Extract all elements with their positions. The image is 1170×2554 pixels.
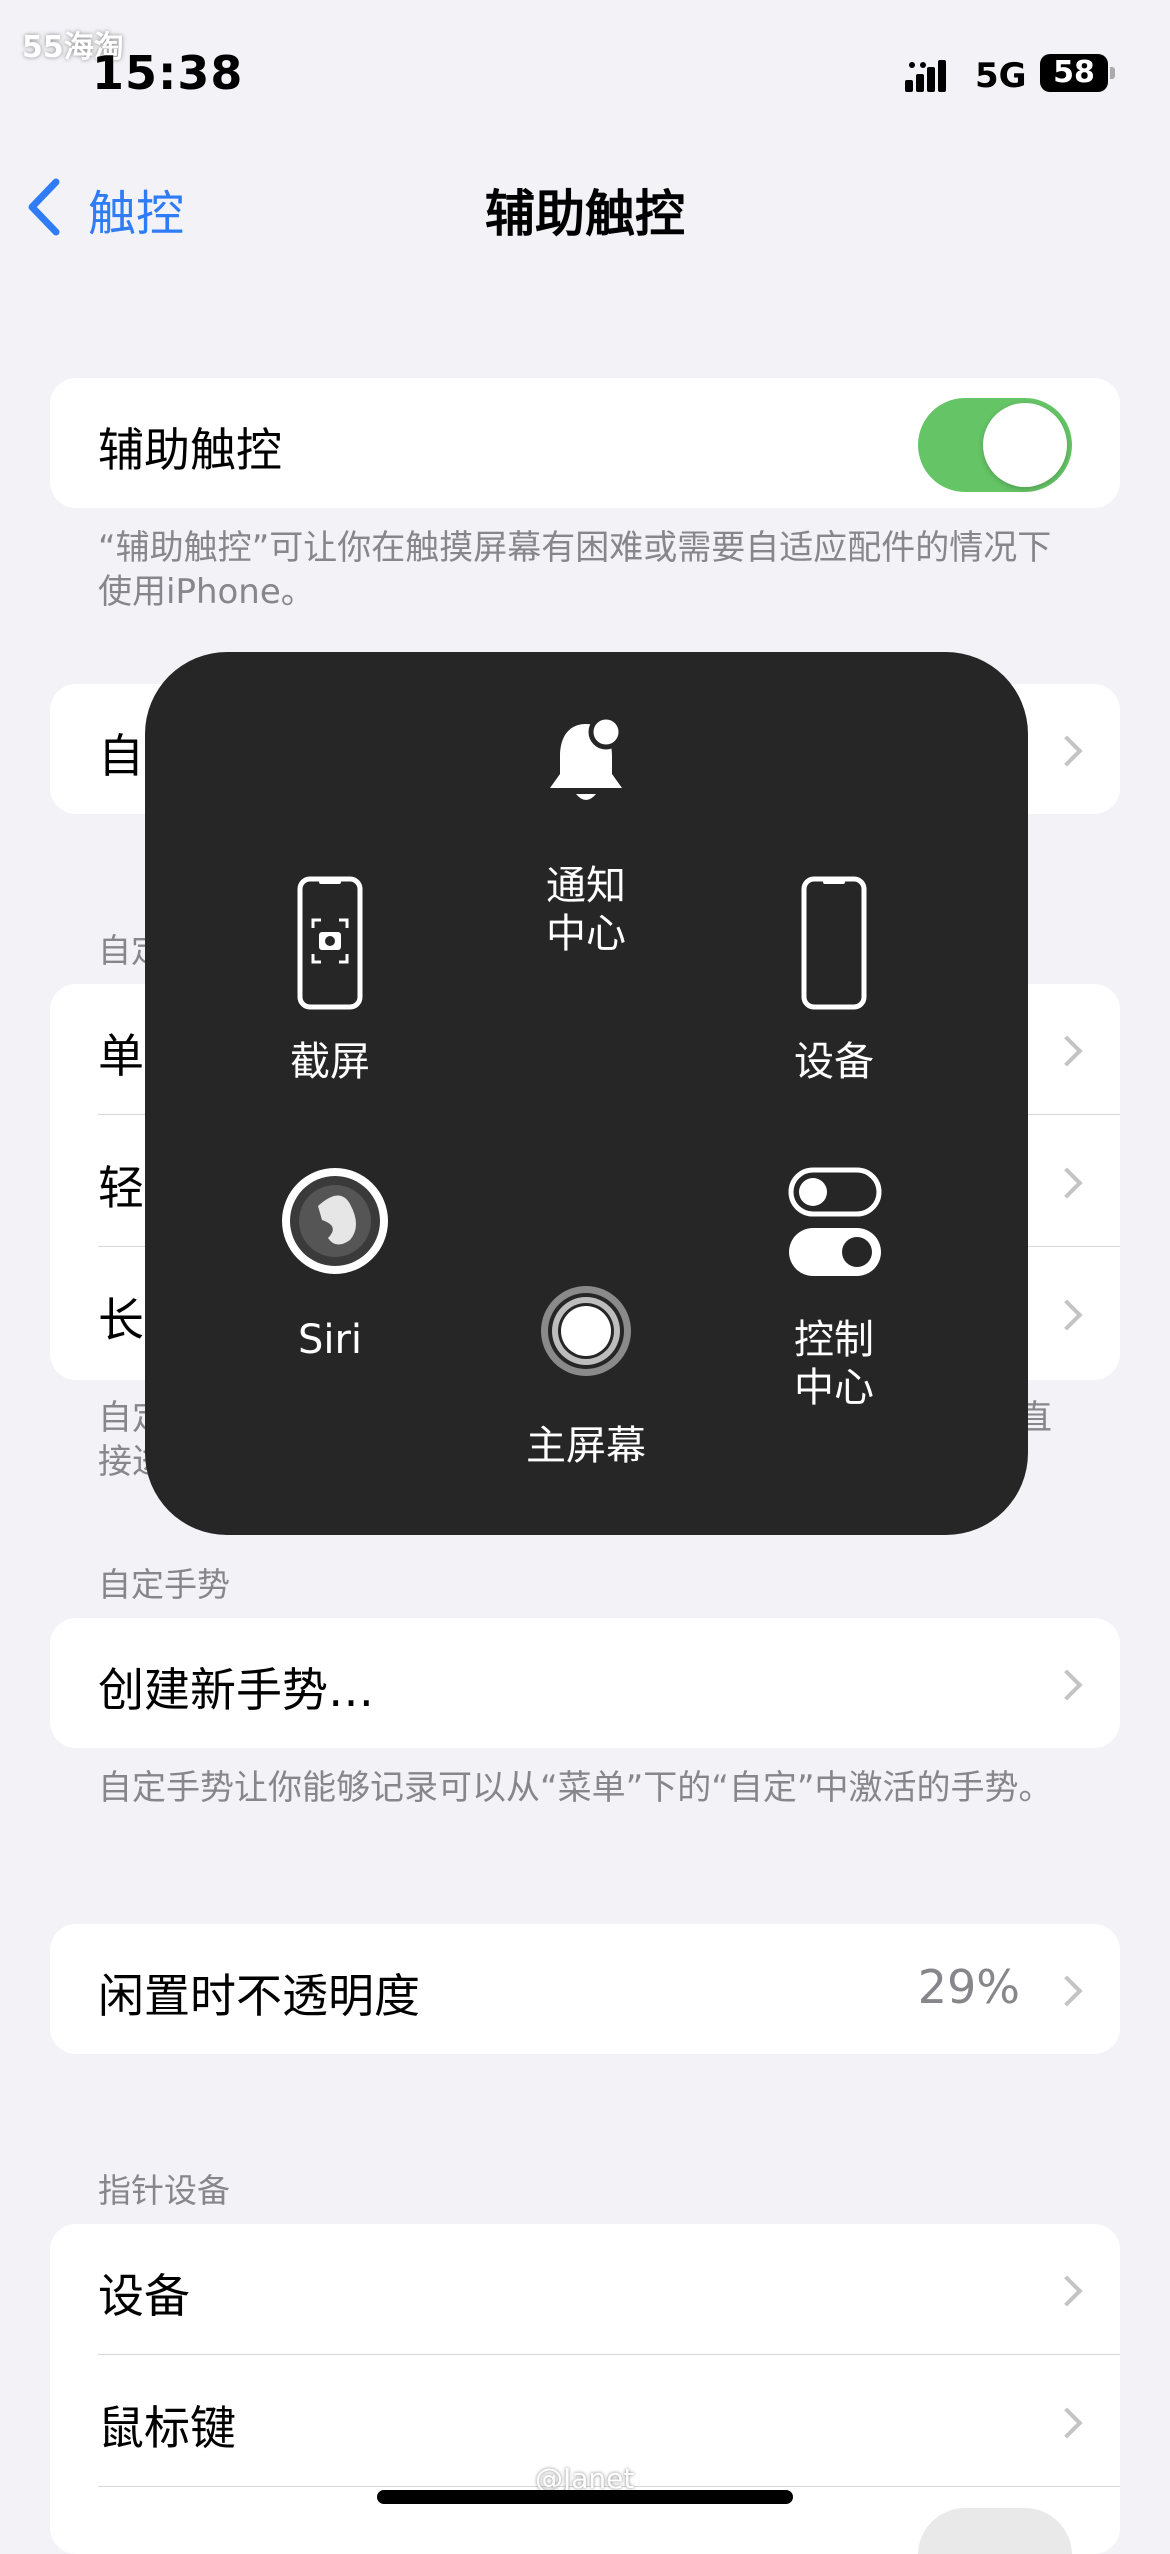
battery-icon: 58 — [1040, 54, 1108, 92]
idle-opacity-row[interactable]: 闲置时不透明度 29% — [50, 1924, 1120, 2054]
assistive-touch-footnote: “辅助触控”可让你在触摸屏幕有困难或需要自适应配件的情况下使用iPhone。 — [98, 528, 1052, 612]
custom-gestures-footnote: 自定手势让你能够记录可以从“菜单”下的“自定”中激活的手势。 — [98, 1768, 1053, 1808]
network-type: 5G — [975, 56, 1027, 96]
chevron-right-icon — [1051, 1299, 1083, 1331]
customize-menu-label: 自 — [98, 729, 144, 783]
toggles-icon[interactable] — [787, 1166, 883, 1276]
control-center-label[interactable]: 控制 中心 — [714, 1316, 954, 1412]
custom-gestures-header: 自定手势 — [98, 1565, 230, 1604]
notification-center-label[interactable]: 通知 中心 — [466, 862, 706, 958]
long-press-label[interactable]: 长 — [98, 1284, 144, 1350]
double-tap-label[interactable]: 轻 — [98, 1152, 144, 1218]
single-tap-label[interactable]: 单 — [98, 1020, 144, 1086]
pointer-devices-header: 指针设备 — [98, 2171, 230, 2210]
phone-icon[interactable] — [801, 876, 867, 1010]
toggle-knob — [983, 403, 1067, 487]
home-indicator[interactable] — [377, 2490, 793, 2504]
chevron-right-icon — [1051, 1167, 1083, 1199]
mouse-keys-label[interactable]: 鼠标键 — [98, 2392, 236, 2458]
bell-icon[interactable] — [540, 716, 632, 808]
create-gesture-row[interactable]: 创建新手势… — [50, 1618, 1120, 1748]
chevron-right-icon — [1051, 1669, 1083, 1701]
idle-opacity-value: 29% — [917, 1960, 1020, 2014]
battery-level: 58 — [1053, 55, 1095, 90]
chevron-right-icon — [1051, 735, 1083, 767]
control-center-line2: 中心 — [794, 1365, 874, 1411]
siri-icon[interactable] — [278, 1164, 392, 1278]
divider — [98, 2354, 1120, 2355]
pointer-devices-card: 设备 鼠标键 — [50, 2224, 1120, 2554]
chevron-right-icon — [1051, 1035, 1083, 1067]
control-center-line1: 控制 — [794, 1317, 874, 1363]
battery-cap — [1110, 67, 1115, 79]
screenshot-icon[interactable] — [297, 876, 363, 1010]
screenshot-label[interactable]: 截屏 — [210, 1038, 450, 1086]
page-title: 辅助触控 — [485, 185, 685, 243]
assistive-touch-card: 辅助触控 — [50, 378, 1120, 508]
partial-toggle[interactable] — [918, 2508, 1072, 2554]
notification-center-line2: 中心 — [546, 911, 626, 957]
notification-center-line1: 通知 — [546, 863, 626, 909]
chevron-right-icon — [1051, 1975, 1083, 2007]
devices-label[interactable]: 设备 — [98, 2260, 190, 2326]
chevron-right-icon — [1051, 2275, 1083, 2307]
status-time: 15:38 — [92, 46, 244, 100]
home-button-icon[interactable] — [539, 1284, 633, 1378]
siri-label[interactable]: Siri — [210, 1316, 450, 1364]
assistive-touch-label: 辅助触控 — [98, 423, 282, 477]
chevron-right-icon — [1051, 2407, 1083, 2439]
assistive-touch-toggle[interactable] — [918, 398, 1072, 492]
cellular-signal-icon — [905, 60, 946, 92]
assistive-touch-row: 辅助触控 — [98, 378, 1120, 508]
create-gesture-label: 创建新手势… — [98, 1663, 374, 1717]
idle-opacity-label: 闲置时不透明度 — [98, 1969, 420, 2023]
device-label[interactable]: 设备 — [714, 1038, 954, 1086]
assistive-touch-menu: 通知 中心 截屏 设备 Siri 主屏幕 控制 中心 — [145, 652, 1028, 1535]
home-label[interactable]: 主屏幕 — [466, 1422, 706, 1470]
